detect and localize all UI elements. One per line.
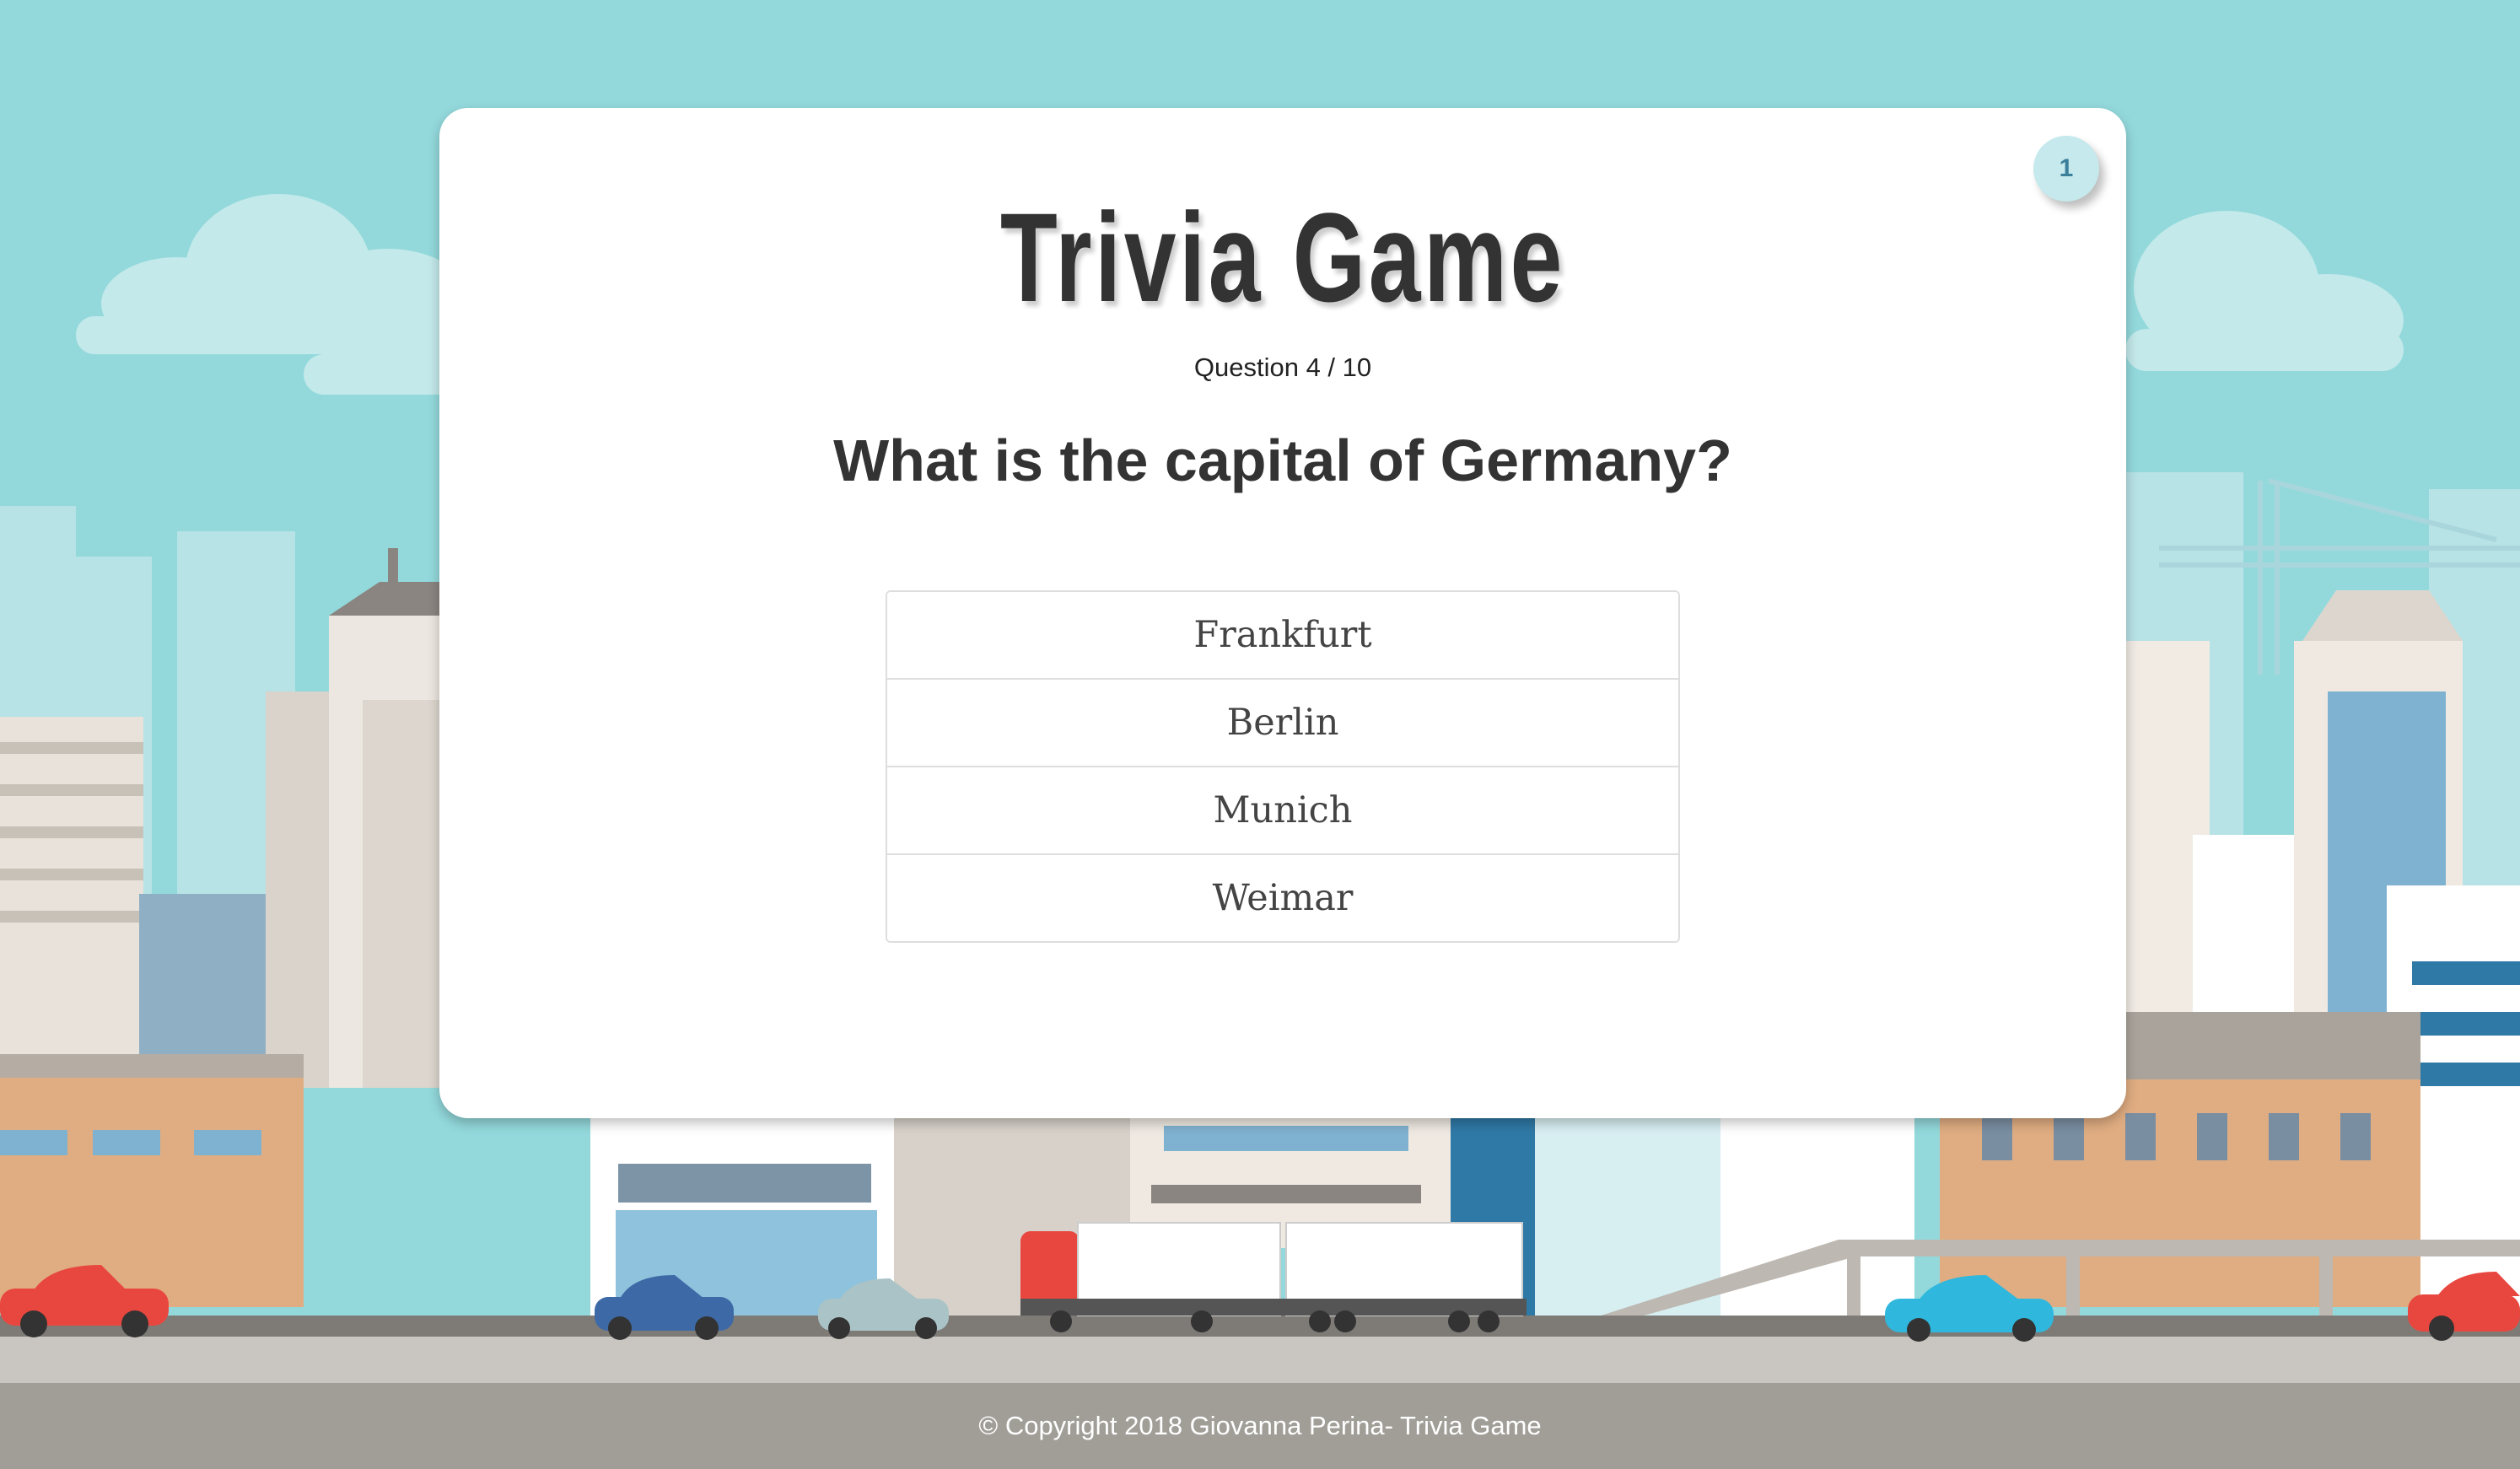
question-counter: Question 4 / 10 — [1193, 352, 1372, 382]
copyright-text: © Copyright 2018 Giovanna Perina- Trivia… — [978, 1411, 1542, 1440]
truck — [1020, 1222, 1527, 1332]
game-title: Trivia Game — [999, 186, 1566, 328]
answer-option-frankfurt[interactable]: Frankfurt — [887, 592, 1678, 678]
answer-option-weimar[interactable]: Weimar — [887, 853, 1678, 941]
game-card: 1 Trivia Game Question 4 / 10 What is th… — [439, 108, 2126, 1118]
answer-option-berlin[interactable]: Berlin — [887, 678, 1678, 766]
timer-badge: 1 — [2033, 136, 2099, 202]
footer: © Copyright 2018 Giovanna Perina- Trivia… — [0, 1383, 2520, 1469]
answer-option-munich[interactable]: Munich — [887, 766, 1678, 853]
answer-list: Frankfurt Berlin Munich Weimar — [886, 590, 1680, 943]
question-text: What is the capital of Germany? — [833, 428, 1732, 493]
